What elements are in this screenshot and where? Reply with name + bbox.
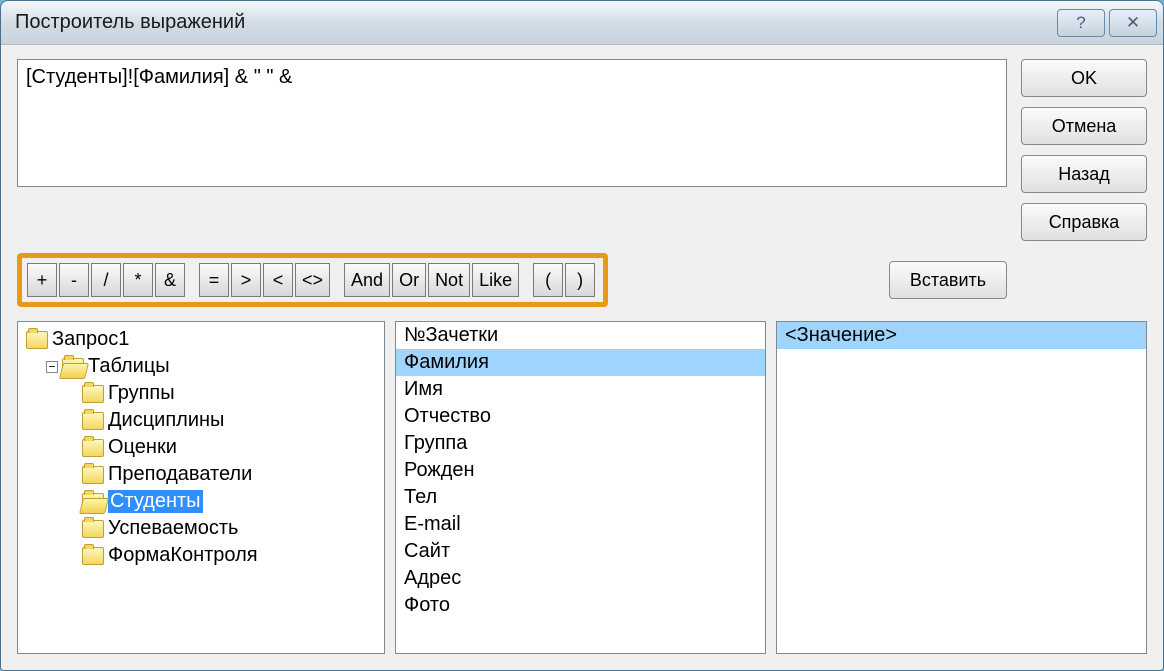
insert-button[interactable]: Вставить bbox=[889, 261, 1007, 299]
help-titlebar-button[interactable]: ? bbox=[1057, 9, 1105, 37]
folder-icon bbox=[82, 520, 104, 538]
op-lparen[interactable]: ( bbox=[533, 263, 563, 297]
right-buttons: OK Отмена Назад Справка bbox=[1021, 59, 1147, 241]
field-list-item[interactable]: Адрес bbox=[396, 565, 765, 592]
collapse-icon[interactable]: − bbox=[46, 361, 58, 373]
folder-icon bbox=[82, 412, 104, 430]
cancel-button[interactable]: Отмена bbox=[1021, 107, 1147, 145]
folder-icon bbox=[82, 466, 104, 484]
tree-tables-node[interactable]: − Таблицы bbox=[24, 353, 384, 380]
tree-table-item[interactable]: Преподаватели bbox=[24, 461, 384, 488]
op-or[interactable]: Or bbox=[392, 263, 426, 297]
op-ampersand[interactable]: & bbox=[155, 263, 185, 297]
op-divide[interactable]: / bbox=[91, 263, 121, 297]
field-list-item[interactable]: Имя bbox=[396, 376, 765, 403]
field-list-item[interactable]: Фото bbox=[396, 592, 765, 619]
op-less[interactable]: < bbox=[263, 263, 293, 297]
folder-icon bbox=[26, 331, 48, 349]
expression-input[interactable] bbox=[17, 59, 1007, 187]
tree-table-item[interactable]: Оценки bbox=[24, 434, 384, 461]
folder-icon bbox=[82, 385, 104, 403]
tree-item-label: Студенты bbox=[108, 490, 203, 513]
tree-table-item[interactable]: Успеваемость bbox=[24, 515, 384, 542]
tree-item-label: Успеваемость bbox=[108, 517, 238, 540]
tree-item-label: ФормаКонтроля bbox=[108, 544, 258, 567]
tree-item-label: Дисциплины bbox=[108, 409, 224, 432]
op-not[interactable]: Not bbox=[428, 263, 470, 297]
field-list-item[interactable]: Рожден bbox=[396, 457, 765, 484]
tree-table-item[interactable]: Группы bbox=[24, 380, 384, 407]
tree-table-item[interactable]: Студенты bbox=[24, 488, 384, 515]
sources-tree-panel[interactable]: Запрос1 − Таблицы Группы Дисциплины Оценки Пре… bbox=[17, 321, 385, 654]
op-greater[interactable]: > bbox=[231, 263, 261, 297]
tree-item-label: Таблицы bbox=[88, 355, 170, 378]
expression-builder-window: Построитель выражений ? ✕ OK Отмена Наза… bbox=[0, 0, 1164, 671]
field-list-item[interactable]: Отчество bbox=[396, 403, 765, 430]
window-title: Построитель выражений bbox=[15, 11, 1053, 34]
folder-open-icon bbox=[62, 358, 84, 376]
tree-item-label: Оценки bbox=[108, 436, 177, 459]
folder-icon bbox=[82, 547, 104, 565]
op-plus[interactable]: + bbox=[27, 263, 57, 297]
op-minus[interactable]: - bbox=[59, 263, 89, 297]
tree-item-label: Группы bbox=[108, 382, 175, 405]
op-multiply[interactable]: * bbox=[123, 263, 153, 297]
field-list-item[interactable]: Группа bbox=[396, 430, 765, 457]
tree-item-label: Запрос1 bbox=[52, 328, 129, 351]
dialog-content: OK Отмена Назад Справка + - / * & = > < … bbox=[1, 45, 1163, 670]
field-list-item[interactable]: №Зачетки bbox=[396, 322, 765, 349]
tree-table-item[interactable]: Дисциплины bbox=[24, 407, 384, 434]
op-like[interactable]: Like bbox=[472, 263, 519, 297]
folder-icon bbox=[82, 439, 104, 457]
ok-button[interactable]: OK bbox=[1021, 59, 1147, 97]
tree-root-item[interactable]: Запрос1 bbox=[24, 326, 384, 353]
tree-table-item[interactable]: ФормаКонтроля bbox=[24, 542, 384, 569]
field-list-item[interactable]: Тел bbox=[396, 484, 765, 511]
op-and[interactable]: And bbox=[344, 263, 390, 297]
value-list-item[interactable]: <Значение> bbox=[777, 322, 1146, 349]
op-rparen[interactable]: ) bbox=[565, 263, 595, 297]
field-list-item[interactable]: E-mail bbox=[396, 511, 765, 538]
fields-list-panel[interactable]: №ЗачеткиФамилияИмяОтчествоГруппаРожденТе… bbox=[395, 321, 766, 654]
op-equals[interactable]: = bbox=[199, 263, 229, 297]
reference-button[interactable]: Справка bbox=[1021, 203, 1147, 241]
titlebar: Построитель выражений ? ✕ bbox=[1, 1, 1163, 45]
op-notequal[interactable]: <> bbox=[295, 263, 330, 297]
field-list-item[interactable]: Сайт bbox=[396, 538, 765, 565]
folder-icon bbox=[82, 493, 104, 511]
back-button[interactable]: Назад bbox=[1021, 155, 1147, 193]
close-titlebar-button[interactable]: ✕ bbox=[1109, 9, 1157, 37]
operator-toolbar-highlight: + - / * & = > < <> And Or Not Like ( ) bbox=[17, 253, 608, 307]
field-list-item[interactable]: Фамилия bbox=[396, 349, 765, 376]
tree-item-label: Преподаватели bbox=[108, 463, 252, 486]
values-list-panel[interactable]: <Значение> bbox=[776, 321, 1147, 654]
